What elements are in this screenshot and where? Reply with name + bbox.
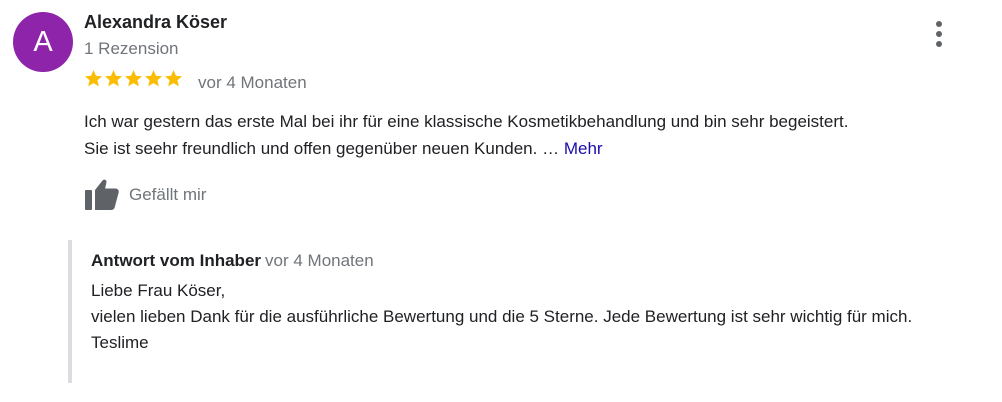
more-vert-icon bbox=[936, 21, 942, 47]
review-count[interactable]: 1 Rezension bbox=[84, 39, 179, 59]
avatar-letter: A bbox=[33, 25, 53, 58]
more-link[interactable]: Mehr bbox=[564, 139, 603, 158]
like-button[interactable]: Gefällt mir bbox=[84, 177, 206, 211]
owner-reply-line: Liebe Frau Köser, bbox=[91, 281, 226, 300]
more-options-button[interactable] bbox=[926, 17, 952, 51]
owner-reply: Antwort vom Inhaber vor 4 Monaten Liebe F… bbox=[68, 240, 996, 383]
owner-reply-header: Antwort vom Inhaber vor 4 Monaten bbox=[91, 251, 374, 271]
owner-reply-title: Antwort vom Inhaber bbox=[91, 251, 262, 270]
like-label: Gefällt mir bbox=[129, 185, 207, 204]
star-icon bbox=[84, 70, 103, 87]
star-icon bbox=[124, 70, 143, 87]
owner-reply-text: Liebe Frau Köser, vielen lieben Dank für… bbox=[91, 278, 991, 356]
star-icon bbox=[164, 70, 183, 87]
star-icon bbox=[104, 70, 123, 87]
review-text: Ich war gestern das erste Mal bei ihr fü… bbox=[84, 108, 989, 162]
review-text-line: Ich war gestern das erste Mal bei ihr fü… bbox=[84, 112, 849, 131]
owner-reply-line: Teslime bbox=[91, 333, 149, 352]
review-text-snippet: Sie ist seehr freundlich und offen gegen… bbox=[84, 139, 560, 158]
star-rating bbox=[84, 69, 183, 88]
owner-reply-line: vielen lieben Dank für die ausführliche … bbox=[91, 307, 913, 326]
star-icon bbox=[144, 70, 163, 87]
thumb-up-icon bbox=[85, 179, 119, 210]
review-text-line: Sie ist seehr freundlich und offen gegen… bbox=[84, 135, 989, 162]
reviewer-name[interactable]: Alexandra Köser bbox=[84, 12, 227, 33]
owner-reply-time: vor 4 Monaten bbox=[265, 251, 374, 270]
review-time: vor 4 Monaten bbox=[198, 73, 307, 92]
avatar[interactable]: A bbox=[13, 12, 73, 72]
